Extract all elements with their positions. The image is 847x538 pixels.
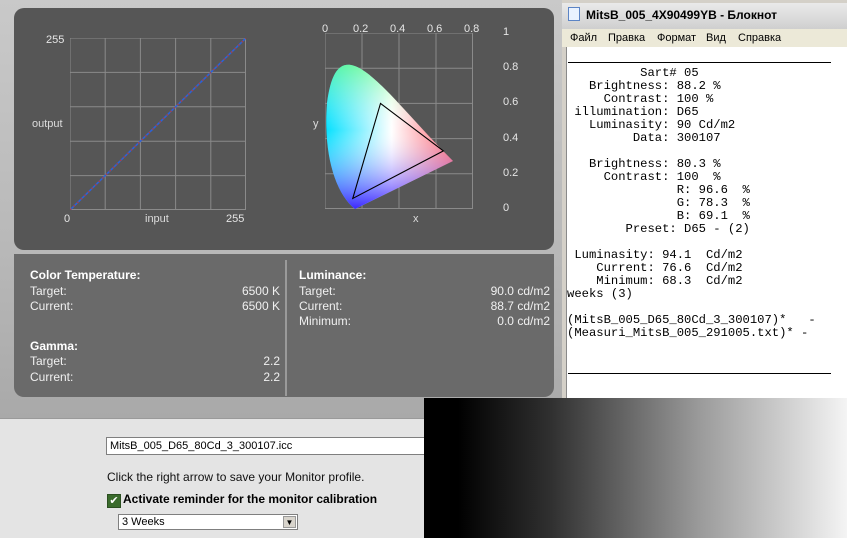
save-profile-instruction: Click the right arrow to save your Monit… xyxy=(107,470,365,484)
cie-y-axis-label: y xyxy=(313,118,319,130)
cie-x-tick-label: 0 xyxy=(322,23,329,35)
reminder-interval-value: 3 Weeks xyxy=(122,516,165,528)
cie-y-tick-label: 1 xyxy=(503,26,510,38)
cie-y-tick-label: 0.8 xyxy=(503,61,519,74)
gamma-target-value: 2.2 xyxy=(263,354,280,368)
curve-x-axis-label: input xyxy=(145,213,169,225)
tone-curve-chart xyxy=(70,38,246,210)
cie-y-tick-label: 0.4 xyxy=(503,131,519,144)
curve-x-max-label: 255 xyxy=(226,213,245,225)
cie-x-tick-label: 0.4 xyxy=(390,23,406,35)
reminder-checkbox-label[interactable]: Activate reminder for the monitor calibr… xyxy=(123,492,377,506)
luminance-current-value: 88.7 cd/m2 xyxy=(490,299,550,313)
notepad-document-icon xyxy=(568,7,580,21)
luminance-minimum-label: Minimum: xyxy=(299,314,352,328)
stats-divider xyxy=(285,260,287,396)
luminance-target-value: 90.0 cd/m2 xyxy=(490,284,550,298)
gamma-heading: Gamma: xyxy=(30,339,79,353)
gamma-target-label: Target: xyxy=(30,354,67,368)
chevron-down-icon[interactable]: ▼ xyxy=(283,516,296,528)
color-temperature-heading: Color Temperature: xyxy=(30,268,141,282)
notepad-title: MitsB_005_4X90499YB - Блокнот xyxy=(586,8,777,22)
color-temperature-current-value: 6500 K xyxy=(241,299,280,313)
notepad-menu-bar xyxy=(562,29,847,47)
luminance-target-label: Target: xyxy=(299,284,336,298)
cie-x-axis-label: x xyxy=(413,213,419,225)
menu-help[interactable]: Справка xyxy=(738,32,781,44)
luminance-heading: Luminance: xyxy=(299,268,367,282)
cie-x-tick-label: 0.6 xyxy=(427,23,443,35)
menu-edit[interactable]: Правка xyxy=(608,32,645,44)
menu-view[interactable]: Вид xyxy=(706,32,726,44)
cie-x-tick-label: 0.2 xyxy=(353,23,369,35)
color-temperature-current-label: Current: xyxy=(30,299,74,313)
color-temperature-target-label: Target: xyxy=(30,284,67,298)
cie-y-tick-label: 0.2 xyxy=(503,166,519,179)
curve-y-axis-label: output xyxy=(32,118,63,130)
profile-filename-input[interactable] xyxy=(106,437,424,455)
notepad-separator-bottom xyxy=(568,373,831,374)
reminder-interval-select[interactable]: 3 Weeks ▼ xyxy=(118,514,298,530)
notepad-text-content: Sart# 05 Brightness: 88.2 % Contrast: 10… xyxy=(567,66,816,340)
menu-file[interactable]: Файл xyxy=(570,32,597,44)
reminder-checkbox[interactable]: ✔ xyxy=(107,494,121,508)
gamma-current-value: 2.2 xyxy=(263,370,280,384)
luminance-minimum-value: 0.0 cd/m2 xyxy=(497,314,550,328)
grayscale-gradient-ramp xyxy=(424,398,847,538)
curve-x-zero-label: 0 xyxy=(64,213,71,225)
curve-y-max-label: 255 xyxy=(46,34,65,46)
color-temperature-target-value: 6500 K xyxy=(241,284,280,298)
cie-y-tick-label: 0 xyxy=(503,202,510,214)
cie-x-tick-label: 0.8 xyxy=(464,23,480,35)
cie-y-tick-label: 0.6 xyxy=(503,96,519,109)
gamma-current-label: Current: xyxy=(30,370,74,384)
section-divider xyxy=(0,418,424,419)
luminance-current-label: Current: xyxy=(299,299,343,313)
menu-format[interactable]: Формат xyxy=(657,32,696,44)
cie-chromaticity-chart xyxy=(325,33,473,209)
